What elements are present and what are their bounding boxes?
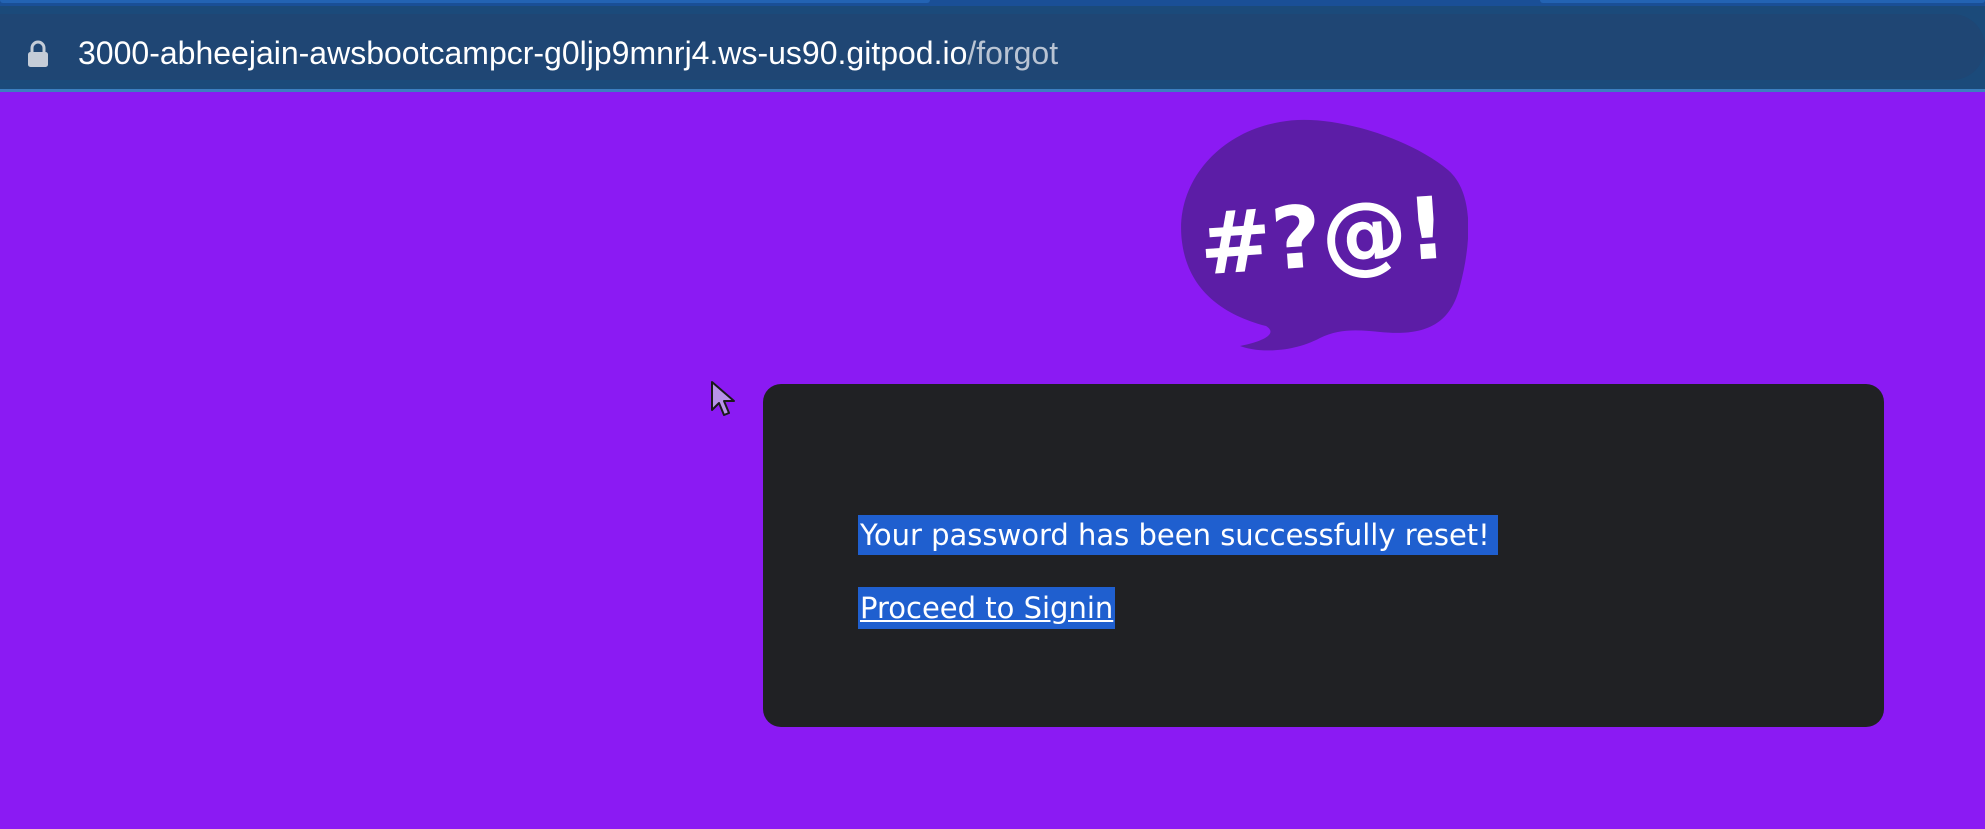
success-message: Your password has been successfully rese… — [858, 515, 1498, 555]
password-reset-card: Your password has been successfully rese… — [763, 384, 1884, 727]
address-bar: 3000-abheejain-awsbootcampcr-g0ljp9mnrj4… — [0, 6, 1985, 92]
browser-tab[interactable] — [1540, 0, 1985, 3]
url-field[interactable]: 3000-abheejain-awsbootcampcr-g0ljp9mnrj4… — [0, 14, 1985, 80]
url-path: /forgot — [967, 35, 1059, 71]
speech-bubble-logo: #?@! — [1181, 119, 1468, 351]
mouse-cursor-icon — [711, 381, 735, 416]
proceed-to-signin-link[interactable]: Proceed to Signin — [858, 587, 1116, 629]
logo-text: #?@! — [1196, 179, 1450, 296]
browser-tab[interactable] — [0, 0, 930, 3]
url-host: 3000-abheejain-awsbootcampcr-g0ljp9mnrj4… — [78, 35, 968, 71]
url-text[interactable]: 3000-abheejain-awsbootcampcr-g0ljp9mnrj4… — [78, 34, 1058, 72]
lock-icon[interactable] — [26, 40, 50, 68]
